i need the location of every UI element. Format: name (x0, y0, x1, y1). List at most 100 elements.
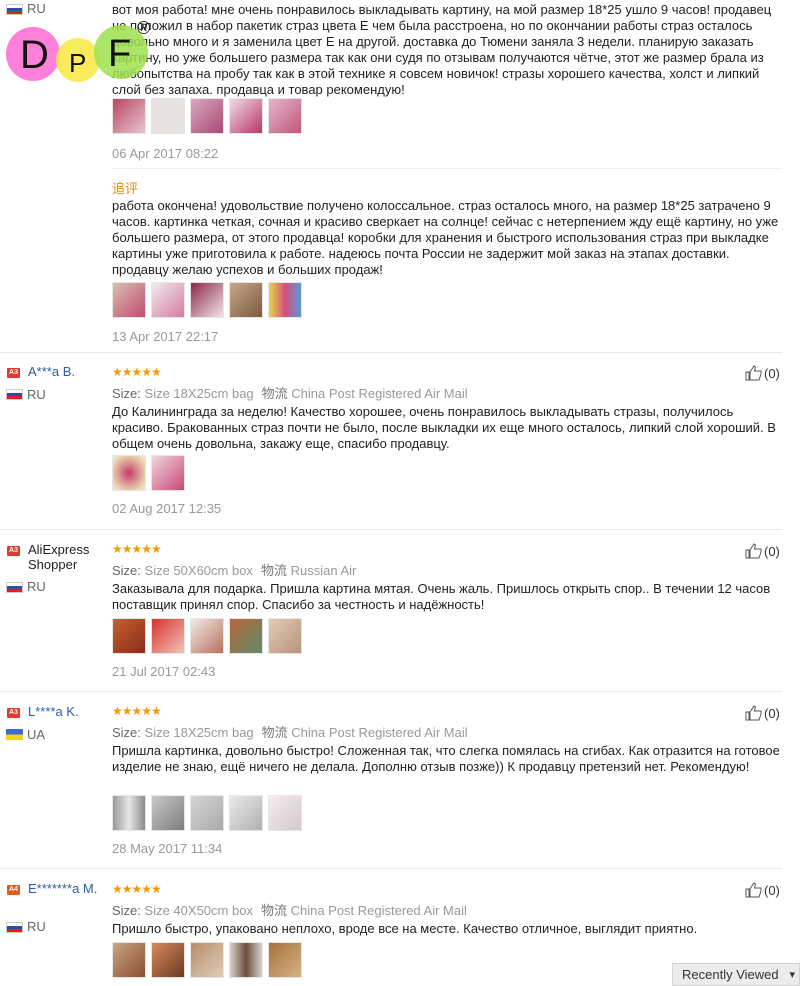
review-photos (112, 98, 302, 134)
order-info: Size: Size 40X50cm box 物流 China Post Regi… (112, 900, 467, 919)
photo-thumbnail[interactable] (112, 455, 146, 491)
flag-ua-icon (6, 729, 23, 740)
buyer-name[interactable]: AliExpress Shopper (28, 542, 108, 572)
order-info: Size: Size 18X25cm bag 物流 China Post Regi… (112, 722, 468, 741)
review-photos (112, 795, 302, 831)
country-code: RU (27, 919, 46, 934)
photo-thumbnail[interactable] (151, 282, 185, 318)
review-text: Заказывала для подарка. Пришла картина м… (112, 581, 771, 612)
helpful-count: (0) (764, 882, 780, 898)
photo-thumbnail[interactable] (190, 98, 224, 134)
review-photos (112, 455, 185, 491)
helpful-button[interactable]: (0) (745, 705, 780, 721)
country-code: UA (27, 727, 46, 742)
photo-thumbnail[interactable] (268, 282, 302, 318)
additional-feedback-text: работа окончена! удовольствие получено к… (112, 198, 779, 277)
photo-thumbnail[interactable] (268, 942, 302, 978)
photo-thumbnail[interactable] (151, 618, 185, 654)
size-label: Size: (112, 903, 141, 918)
flag-ru-icon (6, 582, 23, 593)
flag-ru-icon (6, 922, 23, 933)
review-date: 21 Jul 2017 02:43 (112, 664, 216, 679)
recently-viewed-tab[interactable]: Recently Viewed ▾ (672, 963, 800, 986)
buyer-name[interactable]: E*******a M. (28, 881, 108, 896)
feedback-list: RU вот моя работа! мне очень понравилось… (0, 0, 800, 986)
svg-text:F: F (108, 33, 131, 75)
review-text: До Калининграда за неделю! Качество хоро… (112, 404, 776, 451)
size-value: Size 40X50cm box (144, 903, 253, 918)
size-value: Size 18X25cm bag (144, 725, 254, 740)
photo-thumbnail[interactable] (112, 282, 146, 318)
helpful-button[interactable]: (0) (745, 365, 780, 381)
divider (0, 529, 782, 530)
svg-text:®: ® (137, 18, 150, 38)
photo-thumbnail[interactable] (112, 98, 146, 134)
buyer-name[interactable]: L****a K. (28, 704, 79, 719)
photo-thumbnail[interactable] (151, 98, 185, 134)
helpful-count: (0) (764, 365, 780, 381)
thumbs-up-icon (745, 365, 762, 381)
divider (0, 868, 782, 869)
helpful-button[interactable]: (0) (745, 882, 780, 898)
order-info: Size: Size 18X25cm bag 物流 China Post Regi… (112, 383, 468, 402)
rating-stars: ★★★★★ (112, 882, 162, 896)
shipping-value: China Post Registered Air Mail (291, 725, 468, 740)
size-label: Size: (112, 725, 141, 740)
size-value: Size 18X25cm bag (144, 386, 254, 401)
photo-thumbnail[interactable] (151, 942, 185, 978)
shipping-label: 物流 (260, 563, 287, 578)
review-photos (112, 942, 302, 978)
chevron-down-icon: ▾ (789, 969, 795, 981)
divider (112, 168, 782, 169)
helpful-count: (0) (764, 705, 780, 721)
buyer-level-badge: A3 (7, 546, 20, 556)
svg-text:D: D (20, 33, 49, 77)
photo-thumbnail[interactable] (151, 455, 185, 491)
thumbs-up-icon (745, 543, 762, 559)
rating-stars: ★★★★★ (112, 365, 162, 379)
review-text: Пришло быстро, упаковано неплохо, вроде … (112, 921, 698, 936)
photo-thumbnail[interactable] (190, 942, 224, 978)
rating-stars: ★★★★★ (112, 542, 162, 556)
shipping-value: China Post Registered Air Mail (290, 903, 467, 918)
dpf-watermark-logo: D P F ® (6, 18, 150, 82)
photo-thumbnail[interactable] (190, 618, 224, 654)
photo-thumbnail[interactable] (229, 942, 263, 978)
photo-thumbnail[interactable] (190, 795, 224, 831)
flag-ru-icon (6, 389, 23, 400)
review-text: Пришла картинка, довольно быстро! Сложен… (112, 743, 780, 774)
photo-thumbnail[interactable] (112, 618, 146, 654)
additional-feedback-date: 13 Apr 2017 22:17 (112, 329, 219, 344)
buyer-level-badge: A3 (7, 708, 20, 718)
shipping-label: 物流 (261, 386, 288, 401)
shipping-label: 物流 (260, 903, 287, 918)
photo-thumbnail[interactable] (229, 618, 263, 654)
divider (0, 352, 782, 353)
review-date: 28 May 2017 11:34 (112, 841, 223, 856)
helpful-button[interactable]: (0) (745, 543, 780, 559)
shipping-label: 物流 (261, 725, 288, 740)
photo-thumbnail[interactable] (229, 98, 263, 134)
order-info: Size: Size 50X60cm box 物流 Russian Air (112, 560, 356, 579)
photo-thumbnail[interactable] (190, 282, 224, 318)
review-text: вот моя работа! мне очень понравилось вы… (112, 2, 772, 97)
photo-thumbnail[interactable] (229, 282, 263, 318)
additional-feedback-label: 追评 (112, 181, 139, 196)
photo-thumbnail[interactable] (268, 618, 302, 654)
rating-stars: ★★★★★ (112, 704, 162, 718)
photo-thumbnail[interactable] (112, 795, 146, 831)
review-date: 06 Apr 2017 08:22 (112, 146, 219, 161)
photo-thumbnail[interactable] (229, 795, 263, 831)
review-date: 02 Aug 2017 12:35 (112, 501, 222, 516)
photo-thumbnail[interactable] (268, 795, 302, 831)
photo-thumbnail[interactable] (151, 795, 185, 831)
photo-thumbnail[interactable] (268, 98, 302, 134)
photo-thumbnail[interactable] (112, 942, 146, 978)
buyer-name[interactable]: A***a B. (28, 364, 75, 379)
additional-photos (112, 282, 302, 318)
recently-viewed-label: Recently Viewed (682, 967, 779, 982)
country-code: RU (27, 579, 46, 594)
review-photos (112, 618, 302, 654)
helpful-count: (0) (764, 543, 780, 559)
divider (0, 691, 782, 692)
